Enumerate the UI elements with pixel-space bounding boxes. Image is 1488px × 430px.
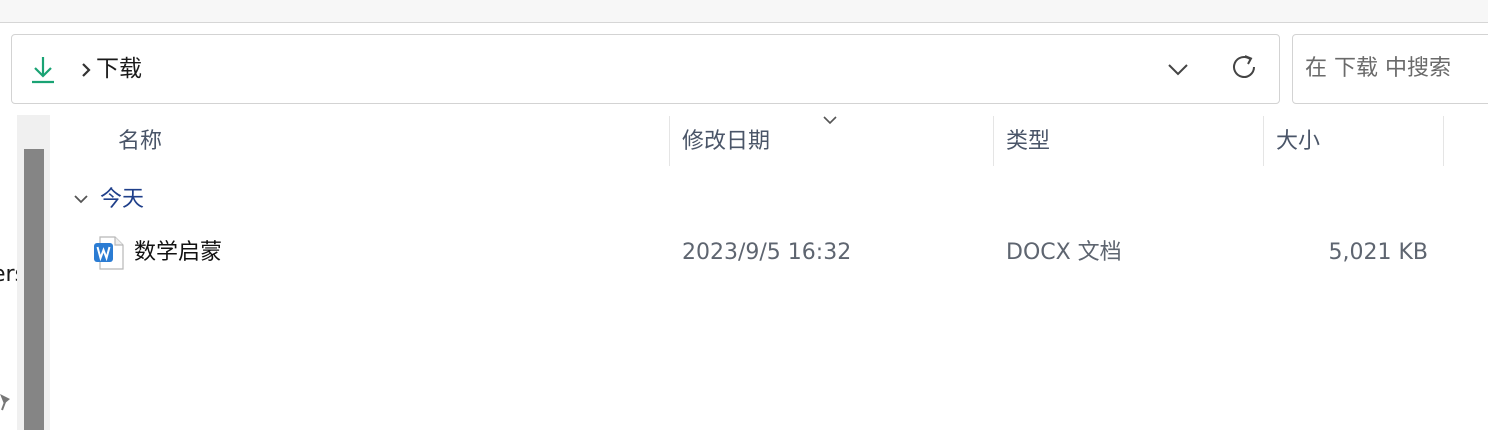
column-header-type[interactable]: 类型: [1006, 126, 1050, 158]
file-type: DOCX 文档: [1006, 240, 1122, 265]
file-name[interactable]: 数学启蒙: [134, 237, 222, 269]
chevron-down-icon[interactable]: [73, 192, 89, 206]
refresh-icon[interactable]: [1230, 53, 1260, 83]
column-header-name[interactable]: 名称: [118, 126, 162, 158]
column-header-date[interactable]: 修改日期: [682, 126, 770, 158]
search-input[interactable]: 在 下载 中搜索: [1292, 34, 1488, 104]
address-path-label[interactable]: 下载: [96, 53, 142, 85]
word-document-icon: [94, 236, 124, 270]
file-row[interactable]: 数学启蒙 2023/9/5 16:32 DOCX 文档 5,021 KB: [54, 226, 1474, 282]
title-bar-strip: [0, 0, 1488, 23]
nav-pane-scrollbar-thumb[interactable]: [24, 149, 44, 430]
download-icon: [32, 57, 54, 84]
file-date-modified: 2023/9/5 16:32: [682, 240, 852, 265]
group-header-today[interactable]: 今天: [100, 184, 144, 216]
file-size: 5,021 KB: [1328, 240, 1429, 265]
chevron-down-icon[interactable]: [1164, 57, 1192, 83]
column-header-size[interactable]: 大小: [1276, 126, 1320, 158]
search-placeholder: 在 下载 中搜索: [1305, 56, 1451, 81]
nav-pane-item-label[interactable]: ers: [0, 262, 18, 287]
address-bar[interactable]: 下载: [11, 34, 1280, 104]
column-separator[interactable]: [1263, 116, 1264, 166]
column-separator[interactable]: [1443, 116, 1444, 166]
pin-icon[interactable]: [0, 390, 14, 412]
column-separator[interactable]: [669, 116, 670, 166]
sort-descending-icon: [823, 116, 837, 125]
column-separator[interactable]: [993, 116, 994, 166]
chevron-right-icon[interactable]: [78, 61, 94, 79]
